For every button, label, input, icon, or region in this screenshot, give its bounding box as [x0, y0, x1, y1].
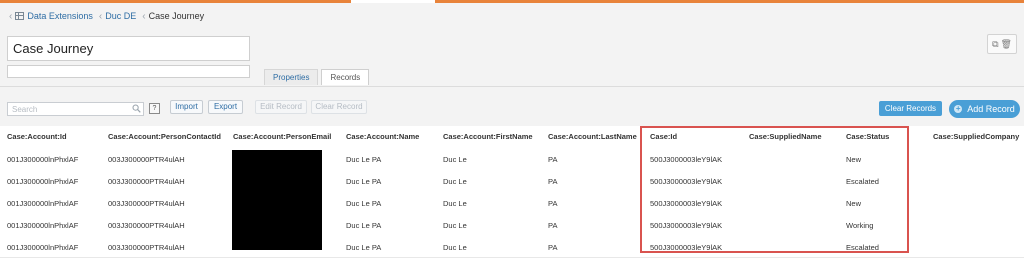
column-header-person-email[interactable]: Case:Account:PersonEmail: [233, 132, 331, 141]
cell-last-name: PA: [548, 177, 558, 186]
cell-account-id: 001J300000lnPhxlAF: [7, 243, 79, 252]
data-extension-description-input[interactable]: [7, 65, 250, 78]
cell-account-name: Duc Le PA: [346, 221, 382, 230]
cell-last-name: PA: [548, 155, 558, 164]
cell-first-name: Duc Le: [443, 177, 467, 186]
table-row[interactable]: 001J300000lnPhxlAF 003J300000PTR4ulAH Du…: [0, 235, 1024, 258]
search-input[interactable]: [7, 102, 144, 116]
column-header-person-contact-id[interactable]: Case:Account:PersonContactId: [108, 132, 221, 141]
cell-person-contact-id: 003J300000PTR4ulAH: [108, 243, 185, 252]
cell-first-name: Duc Le: [443, 199, 467, 208]
table-header: Case:Account:Id Case:Account:PersonConta…: [0, 126, 1024, 148]
cell-case-id: 500J3000003leY9lAK: [650, 155, 723, 164]
cell-last-name: PA: [548, 243, 558, 252]
header-tools: ⧉ 🗑: [987, 34, 1017, 54]
breadcrumb-chevron-icon: ‹: [98, 10, 103, 22]
header-divider: [0, 86, 1024, 87]
tab-records[interactable]: Records: [321, 69, 370, 85]
cell-person-contact-id: 003J300000PTR4ulAH: [108, 177, 185, 186]
data-extension-icon: [15, 12, 25, 20]
records-table: Case:Account:Id Case:Account:PersonConta…: [0, 126, 1024, 258]
table-row[interactable]: 001J300000lnPhxlAF 003J300000PTR4ulAH Du…: [0, 213, 1024, 236]
clear-records-button[interactable]: Clear Records: [879, 101, 942, 116]
cell-account-id: 001J300000lnPhxlAF: [7, 221, 79, 230]
cell-last-name: PA: [548, 199, 558, 208]
column-header-account-id[interactable]: Case:Account:Id: [7, 132, 67, 141]
plus-icon: +: [954, 104, 963, 113]
top-accent-bar: [0, 0, 1024, 3]
column-header-status[interactable]: Case:Status: [846, 132, 889, 141]
breadcrumb-chevron-icon: ‹: [9, 10, 13, 22]
tab-bar: Properties Records: [264, 69, 372, 85]
cell-account-name: Duc Le PA: [346, 243, 382, 252]
cell-case-id: 500J3000003leY9lAK: [650, 221, 723, 230]
cell-account-name: Duc Le PA: [346, 177, 382, 186]
cell-account-id: 001J300000lnPhxlAF: [7, 177, 79, 186]
redacted-email-block: [232, 150, 322, 250]
cell-status: Escalated: [846, 243, 879, 252]
table-row[interactable]: 001J300000lnPhxlAF 003J300000PTR4ulAH Du…: [0, 147, 1024, 170]
breadcrumb-chevron-icon: ‹: [142, 10, 146, 22]
help-button[interactable]: ?: [149, 103, 160, 114]
column-header-case-id[interactable]: Case:Id: [650, 132, 677, 141]
cell-status: Escalated: [846, 177, 879, 186]
cell-account-id: 001J300000lnPhxlAF: [7, 199, 79, 208]
cell-case-id: 500J3000003leY9lAK: [650, 199, 723, 208]
cell-account-name: Duc Le PA: [346, 199, 382, 208]
trash-icon[interactable]: 🗑: [1001, 39, 1012, 50]
column-header-supplied-name[interactable]: Case:SuppliedName: [749, 132, 822, 141]
cell-person-contact-id: 003J300000PTR4ulAH: [108, 155, 185, 164]
cell-status: New: [846, 199, 862, 208]
column-header-last-name[interactable]: Case:Account:LastName: [548, 132, 637, 141]
search-icon[interactable]: [132, 104, 141, 113]
column-header-account-name[interactable]: Case:Account:Name: [346, 132, 419, 141]
cell-account-name: Duc Le PA: [346, 155, 382, 164]
tab-properties[interactable]: Properties: [264, 69, 319, 85]
cell-first-name: Duc Le: [443, 221, 467, 230]
breadcrumb-current: Case Journey: [148, 11, 205, 21]
column-header-supplied-company[interactable]: Case:SuppliedCompany: [933, 132, 1019, 141]
edit-record-button[interactable]: Edit Record: [255, 100, 307, 114]
table-row[interactable]: 001J300000lnPhxlAF 003J300000PTR4ulAH Du…: [0, 169, 1024, 192]
export-button[interactable]: Export: [208, 100, 243, 114]
column-header-first-name[interactable]: Case:Account:FirstName: [443, 132, 533, 141]
top-accent-active-tab: [351, 0, 435, 3]
cell-account-id: 001J300000lnPhxlAF: [7, 155, 79, 164]
import-button[interactable]: Import: [170, 100, 203, 114]
copy-icon[interactable]: ⧉: [992, 39, 998, 50]
add-record-button[interactable]: + Add Record: [949, 100, 1020, 118]
cell-person-contact-id: 003J300000PTR4ulAH: [108, 221, 185, 230]
cell-case-id: 500J3000003leY9lAK: [650, 177, 723, 186]
cell-last-name: PA: [548, 221, 558, 230]
data-extension-name-input[interactable]: [7, 36, 250, 61]
cell-case-id: 500J3000003leY9lAK: [650, 243, 723, 252]
clear-record-button[interactable]: Clear Record: [311, 100, 367, 114]
breadcrumb-data-extensions[interactable]: Data Extensions: [27, 11, 93, 21]
cell-first-name: Duc Le: [443, 243, 467, 252]
breadcrumb-duc-de[interactable]: Duc DE: [105, 11, 136, 21]
cell-person-contact-id: 003J300000PTR4ulAH: [108, 199, 185, 208]
cell-first-name: Duc Le: [443, 155, 467, 164]
table-row[interactable]: 001J300000lnPhxlAF 003J300000PTR4ulAH Du…: [0, 191, 1024, 214]
cell-status: New: [846, 155, 862, 164]
add-record-label: Add Record: [967, 104, 1015, 114]
cell-status: Working: [846, 221, 874, 230]
breadcrumb: ‹ Data Extensions ‹ Duc DE ‹ Case Journe…: [9, 9, 204, 23]
